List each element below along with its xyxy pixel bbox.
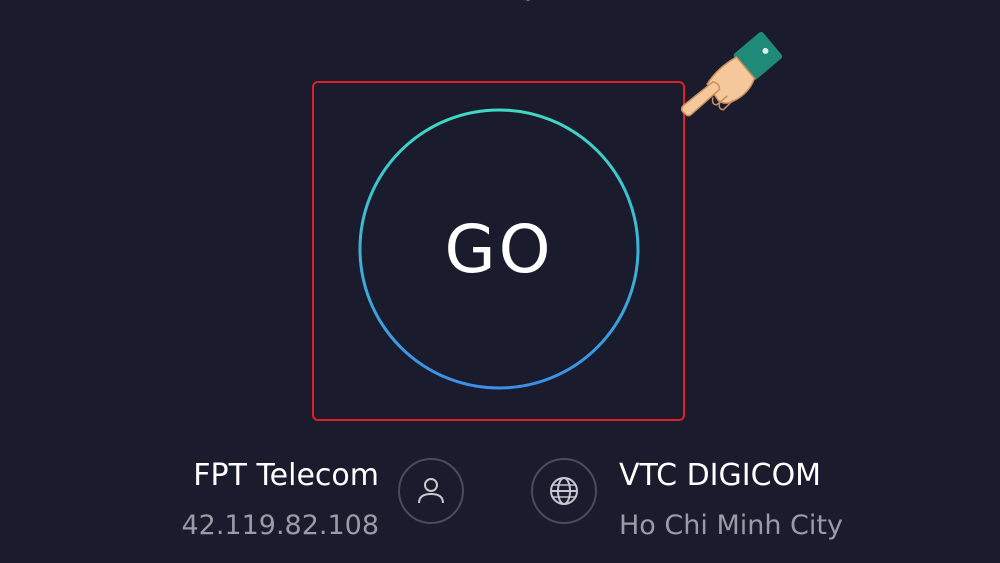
clock-icon[interactable] — [338, 0, 362, 8]
top-toolbar — [330, 0, 670, 8]
isp-user-button[interactable] — [398, 458, 464, 524]
globe-icon — [550, 477, 578, 505]
pointing-hand-icon — [680, 31, 783, 117]
go-button-label: GO — [444, 210, 554, 288]
go-button[interactable]: GO — [362, 112, 636, 386]
isp-name: FPT Telecom — [193, 458, 379, 493]
settings-icon[interactable] — [514, 0, 540, 8]
server-globe-button[interactable] — [531, 458, 597, 524]
speedtest-screen: GO FPT Telecom 42.119.82.108 VTC DIGICOM… — [0, 0, 1000, 563]
server-location: Ho Chi Minh City — [619, 510, 843, 541]
server-name[interactable]: VTC DIGICOM — [619, 458, 821, 493]
user-icon — [418, 478, 444, 504]
isp-ip-address: 42.119.82.108 — [181, 510, 379, 541]
